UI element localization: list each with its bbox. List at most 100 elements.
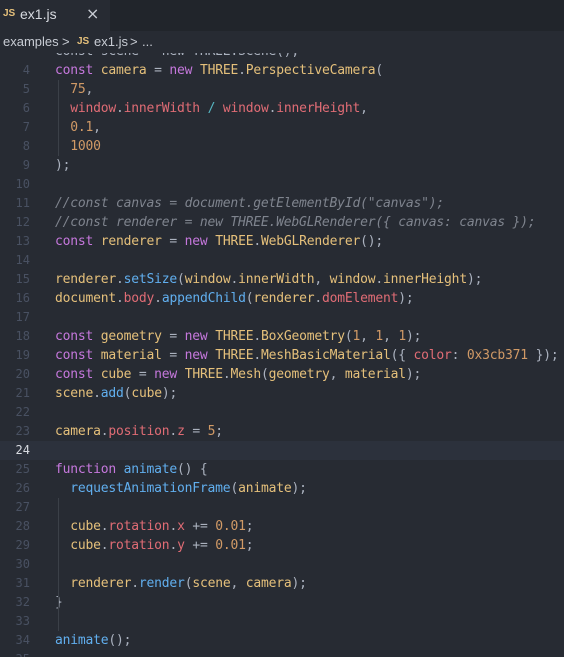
- code-line[interactable]: 27: [0, 498, 564, 517]
- line-number: 21: [15, 386, 30, 400]
- breadcrumb-folder[interactable]: examples: [3, 34, 59, 49]
- code-token: =: [161, 348, 185, 363]
- code-text: scene.add(cube);: [55, 384, 177, 403]
- line-number: 5: [22, 82, 30, 96]
- code-token: 0.01: [215, 538, 246, 553]
- code-line[interactable]: 19 const material = new THREE.MeshBasicMa…: [0, 346, 564, 365]
- code-token: new: [154, 367, 185, 382]
- code-token: 1: [375, 329, 384, 344]
- line-number: 13: [15, 234, 30, 248]
- line-number: 8: [22, 139, 30, 153]
- code-token: );: [161, 386, 178, 401]
- code-token: animate: [55, 633, 109, 648]
- code-token: renderer: [70, 576, 132, 591]
- code-line[interactable]: 26 requestAnimationFrame(animate);: [0, 479, 564, 498]
- code-token: cube: [70, 538, 101, 553]
- code-token: ;: [245, 538, 254, 553]
- code-text: window.innerWidth / window.innerHeight,: [55, 99, 368, 118]
- code-token: ();: [108, 633, 132, 648]
- tab-ex1-js[interactable]: JS ex1.js ×: [0, 0, 110, 31]
- code-token: render: [138, 576, 185, 591]
- tab-bar: JS ex1.js ×: [0, 0, 564, 31]
- code-text: const renderer = new THREE.WebGLRenderer…: [55, 232, 383, 251]
- code-line[interactable]: 9);: [0, 156, 564, 175]
- code-token: 1: [352, 329, 361, 344]
- code-token: THREE: [199, 63, 239, 78]
- chevron-right-icon: >: [62, 34, 70, 49]
- code-line[interactable]: 4 const camera = new THREE.PerspectiveCam…: [0, 61, 564, 80]
- code-line[interactable]: 34 animate();: [0, 631, 564, 650]
- code-line[interactable]: 20 const cube = new THREE.Mesh(geometry, …: [0, 365, 564, 384]
- code-token: 75: [70, 82, 86, 97]
- code-line[interactable]: 12 //const renderer = new THREE.WebGLRend…: [0, 213, 564, 232]
- code-line[interactable]: 29 cube.rotation.y += 0.01;: [0, 536, 564, 555]
- code-token: animate: [238, 481, 292, 496]
- code-line[interactable]: 33: [0, 612, 564, 631]
- code-token: x: [177, 519, 185, 534]
- code-token: THREE: [184, 367, 223, 382]
- code-token: =: [161, 234, 185, 249]
- code-line[interactable]: 5 75,: [0, 80, 564, 99]
- code-line[interactable]: 17: [0, 308, 564, 327]
- code-token: THREE: [215, 329, 254, 344]
- code-token: ;: [215, 424, 223, 439]
- code-line[interactable]: 24: [0, 441, 564, 460]
- code-token: 0.1: [70, 120, 94, 135]
- breadcrumb-more[interactable]: ...: [142, 34, 153, 49]
- code-line[interactable]: 16 document.body.appendChild(renderer.dom…: [0, 289, 564, 308]
- code-token: +=: [184, 519, 216, 534]
- code-token: scene: [192, 576, 231, 591]
- code-token: camera: [245, 576, 292, 591]
- code-editor[interactable]: const scene = new THREE.Scene(); 4 const c…: [0, 53, 564, 657]
- code-line[interactable]: 13 const renderer = new THREE.WebGLRender…: [0, 232, 564, 251]
- code-line[interactable]: 32}: [0, 593, 564, 612]
- line-number: 23: [15, 424, 30, 438]
- code-line[interactable]: 8 1000: [0, 137, 564, 156]
- code-line[interactable]: 22: [0, 403, 564, 422]
- line-number: 20: [15, 367, 30, 381]
- line-number: 25: [15, 462, 30, 476]
- line-number: 18: [15, 329, 30, 343]
- code-line[interactable]: 28 cube.rotation.x += 0.01;: [0, 517, 564, 536]
- line-number: 30: [15, 557, 30, 571]
- code-token: setSize: [123, 272, 178, 287]
- code-token: window: [222, 101, 269, 116]
- code-token: ,: [314, 272, 330, 287]
- code-token: .: [116, 101, 124, 116]
- code-line[interactable]: 31 renderer.render(scene, camera);: [0, 574, 564, 593]
- code-token: PerspectiveCamera: [245, 63, 376, 78]
- indent-guide: [58, 80, 59, 156]
- code-token: body: [123, 291, 155, 306]
- indent-guide: [58, 498, 59, 631]
- code-text: cube.rotation.x += 0.01;: [55, 517, 253, 536]
- code-line[interactable]: 15 renderer.setSize(window.innerWidth, wi…: [0, 270, 564, 289]
- code-line[interactable]: 21 scene.add(cube);: [0, 384, 564, 403]
- code-line[interactable]: 18 const geometry = new THREE.BoxGeometry…: [0, 327, 564, 346]
- code-token: (: [260, 367, 269, 382]
- code-token: renderer: [253, 291, 315, 306]
- breadcrumb-file[interactable]: ex1.js: [94, 34, 128, 49]
- breadcrumb: examples > JS ex1.js > ...: [0, 31, 564, 53]
- code-line[interactable]: 7 0.1,: [0, 118, 564, 137]
- code-token: new: [184, 234, 216, 249]
- code-token: ,: [93, 120, 101, 135]
- code-line[interactable]: 11 //const canvas = document.getElementBy…: [0, 194, 564, 213]
- code-token: const: [55, 329, 101, 344]
- code-line[interactable]: 10: [0, 175, 564, 194]
- line-number: 35: [0, 650, 30, 657]
- close-icon[interactable]: ×: [86, 4, 99, 23]
- code-token: cube: [100, 367, 132, 382]
- code-token: ,: [329, 367, 345, 382]
- code-line[interactable]: const scene = new THREE.Scene();: [0, 53, 564, 61]
- code-line[interactable]: 30: [0, 555, 564, 574]
- code-token: ;: [245, 519, 254, 534]
- code-line[interactable]: 6 window.innerWidth / window.innerHeight…: [0, 99, 564, 118]
- code-line[interactable]: 23 camera.position.z = 5;: [0, 422, 564, 441]
- code-line[interactable]: 25 function animate() {: [0, 460, 564, 479]
- code-text: const scene = new THREE.Scene();: [55, 53, 299, 61]
- code-token: :: [451, 348, 467, 363]
- code-line[interactable]: 14: [0, 251, 564, 270]
- code-text: const material = new THREE.MeshBasicMate…: [55, 346, 559, 365]
- code-token: 1: [398, 329, 406, 344]
- code-line[interactable]: 35: [0, 650, 564, 657]
